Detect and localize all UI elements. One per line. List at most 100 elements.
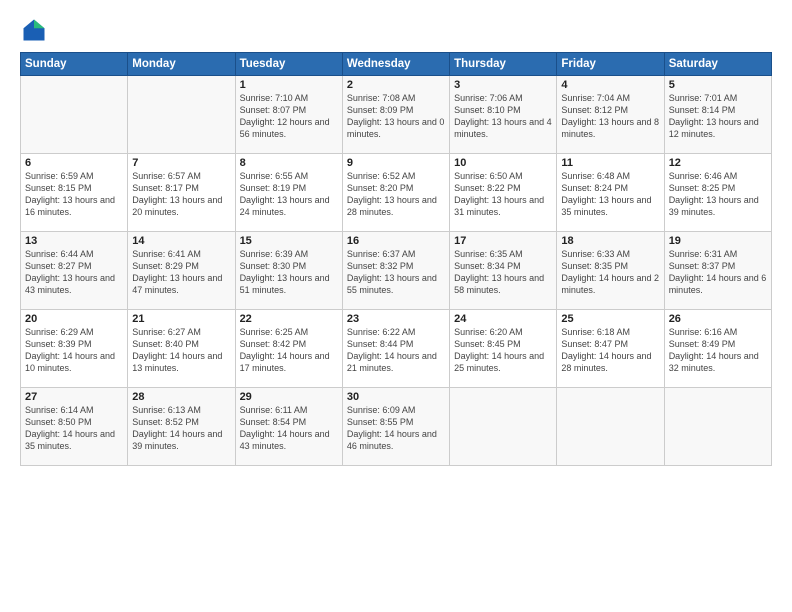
day-number: 24: [454, 313, 552, 325]
day-cell: 11Sunrise: 6:48 AM Sunset: 8:24 PM Dayli…: [557, 154, 664, 232]
day-info: Sunrise: 6:35 AM Sunset: 8:34 PM Dayligh…: [454, 248, 552, 297]
logo-icon: [20, 16, 48, 44]
day-number: 20: [25, 313, 123, 325]
day-cell: 25Sunrise: 6:18 AM Sunset: 8:47 PM Dayli…: [557, 310, 664, 388]
day-number: 28: [132, 391, 230, 403]
logo: [20, 16, 50, 44]
day-cell: [664, 388, 771, 466]
day-cell: 22Sunrise: 6:25 AM Sunset: 8:42 PM Dayli…: [235, 310, 342, 388]
day-cell: 19Sunrise: 6:31 AM Sunset: 8:37 PM Dayli…: [664, 232, 771, 310]
calendar-table: SundayMondayTuesdayWednesdayThursdayFrid…: [20, 52, 772, 466]
day-cell: 26Sunrise: 6:16 AM Sunset: 8:49 PM Dayli…: [664, 310, 771, 388]
day-number: 15: [240, 235, 338, 247]
week-row-3: 13Sunrise: 6:44 AM Sunset: 8:27 PM Dayli…: [21, 232, 772, 310]
day-cell: 18Sunrise: 6:33 AM Sunset: 8:35 PM Dayli…: [557, 232, 664, 310]
day-cell: 13Sunrise: 6:44 AM Sunset: 8:27 PM Dayli…: [21, 232, 128, 310]
day-cell: 17Sunrise: 6:35 AM Sunset: 8:34 PM Dayli…: [450, 232, 557, 310]
day-number: 23: [347, 313, 445, 325]
day-number: 6: [25, 157, 123, 169]
day-cell: 8Sunrise: 6:55 AM Sunset: 8:19 PM Daylig…: [235, 154, 342, 232]
day-number: 27: [25, 391, 123, 403]
week-row-2: 6Sunrise: 6:59 AM Sunset: 8:15 PM Daylig…: [21, 154, 772, 232]
day-info: Sunrise: 6:11 AM Sunset: 8:54 PM Dayligh…: [240, 404, 338, 453]
day-number: 10: [454, 157, 552, 169]
header-day-saturday: Saturday: [664, 53, 771, 76]
day-cell: 2Sunrise: 7:08 AM Sunset: 8:09 PM Daylig…: [342, 76, 449, 154]
day-number: 21: [132, 313, 230, 325]
day-info: Sunrise: 6:37 AM Sunset: 8:32 PM Dayligh…: [347, 248, 445, 297]
day-number: 22: [240, 313, 338, 325]
day-cell: 16Sunrise: 6:37 AM Sunset: 8:32 PM Dayli…: [342, 232, 449, 310]
day-info: Sunrise: 6:27 AM Sunset: 8:40 PM Dayligh…: [132, 326, 230, 375]
day-info: Sunrise: 6:18 AM Sunset: 8:47 PM Dayligh…: [561, 326, 659, 375]
day-cell: 27Sunrise: 6:14 AM Sunset: 8:50 PM Dayli…: [21, 388, 128, 466]
header-day-friday: Friday: [557, 53, 664, 76]
day-number: 12: [669, 157, 767, 169]
day-info: Sunrise: 7:08 AM Sunset: 8:09 PM Dayligh…: [347, 92, 445, 141]
header-row: SundayMondayTuesdayWednesdayThursdayFrid…: [21, 53, 772, 76]
day-number: 29: [240, 391, 338, 403]
day-info: Sunrise: 6:31 AM Sunset: 8:37 PM Dayligh…: [669, 248, 767, 297]
day-cell: [21, 76, 128, 154]
day-number: 1: [240, 79, 338, 91]
day-cell: [557, 388, 664, 466]
day-info: Sunrise: 6:13 AM Sunset: 8:52 PM Dayligh…: [132, 404, 230, 453]
day-number: 8: [240, 157, 338, 169]
day-cell: 9Sunrise: 6:52 AM Sunset: 8:20 PM Daylig…: [342, 154, 449, 232]
day-info: Sunrise: 7:10 AM Sunset: 8:07 PM Dayligh…: [240, 92, 338, 141]
day-number: 26: [669, 313, 767, 325]
day-info: Sunrise: 6:46 AM Sunset: 8:25 PM Dayligh…: [669, 170, 767, 219]
header-day-monday: Monday: [128, 53, 235, 76]
day-info: Sunrise: 6:33 AM Sunset: 8:35 PM Dayligh…: [561, 248, 659, 297]
day-info: Sunrise: 6:22 AM Sunset: 8:44 PM Dayligh…: [347, 326, 445, 375]
day-cell: 24Sunrise: 6:20 AM Sunset: 8:45 PM Dayli…: [450, 310, 557, 388]
header-day-sunday: Sunday: [21, 53, 128, 76]
page: SundayMondayTuesdayWednesdayThursdayFrid…: [0, 0, 792, 612]
day-number: 19: [669, 235, 767, 247]
day-info: Sunrise: 6:57 AM Sunset: 8:17 PM Dayligh…: [132, 170, 230, 219]
day-info: Sunrise: 6:48 AM Sunset: 8:24 PM Dayligh…: [561, 170, 659, 219]
day-info: Sunrise: 6:29 AM Sunset: 8:39 PM Dayligh…: [25, 326, 123, 375]
day-number: 30: [347, 391, 445, 403]
day-cell: 7Sunrise: 6:57 AM Sunset: 8:17 PM Daylig…: [128, 154, 235, 232]
day-number: 17: [454, 235, 552, 247]
day-number: 14: [132, 235, 230, 247]
day-number: 5: [669, 79, 767, 91]
day-number: 13: [25, 235, 123, 247]
week-row-5: 27Sunrise: 6:14 AM Sunset: 8:50 PM Dayli…: [21, 388, 772, 466]
day-cell: 20Sunrise: 6:29 AM Sunset: 8:39 PM Dayli…: [21, 310, 128, 388]
header-day-tuesday: Tuesday: [235, 53, 342, 76]
day-info: Sunrise: 6:50 AM Sunset: 8:22 PM Dayligh…: [454, 170, 552, 219]
day-info: Sunrise: 6:44 AM Sunset: 8:27 PM Dayligh…: [25, 248, 123, 297]
day-cell: 4Sunrise: 7:04 AM Sunset: 8:12 PM Daylig…: [557, 76, 664, 154]
day-cell: 28Sunrise: 6:13 AM Sunset: 8:52 PM Dayli…: [128, 388, 235, 466]
day-number: 25: [561, 313, 659, 325]
header-day-thursday: Thursday: [450, 53, 557, 76]
day-info: Sunrise: 7:06 AM Sunset: 8:10 PM Dayligh…: [454, 92, 552, 141]
day-number: 9: [347, 157, 445, 169]
day-number: 7: [132, 157, 230, 169]
day-cell: 29Sunrise: 6:11 AM Sunset: 8:54 PM Dayli…: [235, 388, 342, 466]
day-number: 11: [561, 157, 659, 169]
day-info: Sunrise: 6:09 AM Sunset: 8:55 PM Dayligh…: [347, 404, 445, 453]
day-info: Sunrise: 6:41 AM Sunset: 8:29 PM Dayligh…: [132, 248, 230, 297]
day-number: 3: [454, 79, 552, 91]
day-number: 18: [561, 235, 659, 247]
day-info: Sunrise: 6:20 AM Sunset: 8:45 PM Dayligh…: [454, 326, 552, 375]
day-number: 2: [347, 79, 445, 91]
day-info: Sunrise: 6:39 AM Sunset: 8:30 PM Dayligh…: [240, 248, 338, 297]
day-cell: 10Sunrise: 6:50 AM Sunset: 8:22 PM Dayli…: [450, 154, 557, 232]
day-cell: 30Sunrise: 6:09 AM Sunset: 8:55 PM Dayli…: [342, 388, 449, 466]
day-info: Sunrise: 7:01 AM Sunset: 8:14 PM Dayligh…: [669, 92, 767, 141]
day-number: 4: [561, 79, 659, 91]
day-cell: 6Sunrise: 6:59 AM Sunset: 8:15 PM Daylig…: [21, 154, 128, 232]
week-row-4: 20Sunrise: 6:29 AM Sunset: 8:39 PM Dayli…: [21, 310, 772, 388]
day-cell: 12Sunrise: 6:46 AM Sunset: 8:25 PM Dayli…: [664, 154, 771, 232]
day-cell: 23Sunrise: 6:22 AM Sunset: 8:44 PM Dayli…: [342, 310, 449, 388]
day-cell: 5Sunrise: 7:01 AM Sunset: 8:14 PM Daylig…: [664, 76, 771, 154]
day-info: Sunrise: 6:16 AM Sunset: 8:49 PM Dayligh…: [669, 326, 767, 375]
day-info: Sunrise: 7:04 AM Sunset: 8:12 PM Dayligh…: [561, 92, 659, 141]
day-info: Sunrise: 6:14 AM Sunset: 8:50 PM Dayligh…: [25, 404, 123, 453]
day-info: Sunrise: 6:52 AM Sunset: 8:20 PM Dayligh…: [347, 170, 445, 219]
day-cell: 3Sunrise: 7:06 AM Sunset: 8:10 PM Daylig…: [450, 76, 557, 154]
